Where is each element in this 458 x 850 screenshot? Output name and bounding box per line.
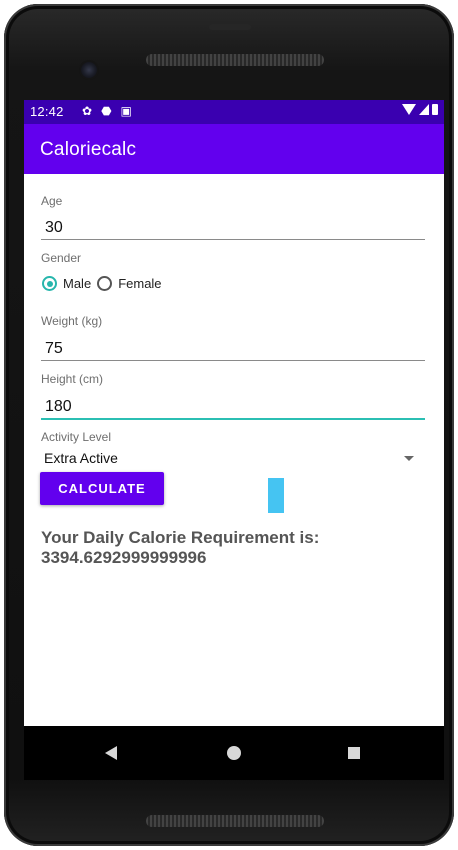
height-input-underline-focused (41, 418, 425, 420)
front-camera-icon (81, 62, 97, 78)
status-system-icons (402, 104, 438, 115)
home-icon[interactable] (227, 746, 241, 760)
activity-level-label: Activity Level (41, 430, 112, 444)
status-bar: 12:42 ✿ ⬣ ▣ (24, 100, 444, 124)
radio-option-female[interactable]: Female (97, 276, 162, 291)
calculate-button[interactable]: CALCULATE (40, 472, 164, 505)
shield-icon: ⬣ (101, 104, 112, 118)
wifi-icon (402, 104, 416, 115)
weight-input[interactable]: 75 (45, 340, 63, 358)
text-cursor-handle[interactable] (268, 478, 284, 513)
gender-radio-group: Male Female (42, 276, 168, 291)
calorie-form: Age 30 Gender Male Female Weight (kg) 75… (24, 174, 444, 726)
age-label: Age (41, 194, 63, 208)
radio-option-male[interactable]: Male (42, 276, 91, 291)
navigation-bar (24, 726, 444, 780)
activity-level-selected: Extra Active (44, 450, 118, 466)
weight-label: Weight (kg) (41, 314, 103, 328)
bottom-speaker (146, 815, 324, 827)
activity-level-dropdown[interactable]: Extra Active (41, 448, 414, 470)
recents-icon[interactable] (348, 747, 360, 759)
gender-label: Gender (41, 251, 82, 265)
radio-label-female: Female (118, 276, 162, 291)
status-time: 12:42 (30, 104, 64, 119)
radio-checked-icon[interactable] (42, 276, 57, 291)
radio-label-male: Male (63, 276, 92, 291)
age-input-underline (41, 239, 425, 240)
age-input[interactable]: 30 (45, 219, 63, 237)
signal-icon (419, 104, 429, 115)
app-title: Caloriecalc (40, 139, 137, 160)
device-screen: 12:42 ✿ ⬣ ▣ Caloriecalc Age 30 Gender Ma… (24, 100, 444, 780)
sd-card-icon: ▣ (120, 104, 132, 118)
phone-top-edge (209, 24, 251, 30)
height-label: Height (cm) (41, 372, 104, 386)
calorie-result-text: Your Daily Calorie Requirement is: 3394.… (41, 528, 320, 567)
height-input[interactable]: 180 (45, 398, 72, 416)
status-notification-icons: ✿ ⬣ ▣ (82, 104, 132, 118)
app-bar: Caloriecalc (24, 124, 444, 174)
radio-unchecked-icon[interactable] (97, 276, 113, 291)
earpiece-speaker (146, 54, 324, 66)
weight-input-underline (41, 360, 425, 361)
dropdown-arrow-icon[interactable] (404, 456, 414, 461)
gear-icon: ✿ (82, 104, 93, 118)
battery-icon (432, 104, 438, 115)
back-icon[interactable] (105, 746, 117, 760)
